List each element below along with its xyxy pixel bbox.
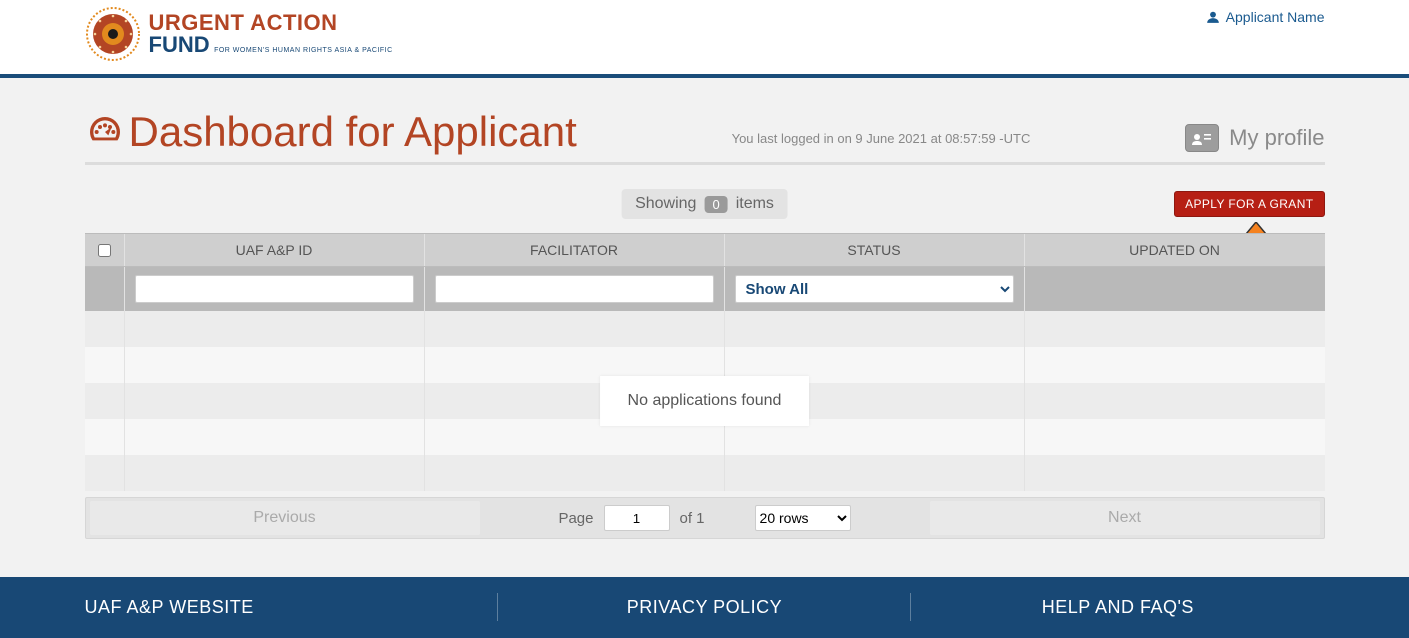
top-header: URGENT ACTION FUND FOR WOMEN'S HUMAN RIG… bbox=[0, 0, 1409, 78]
page-label: Page bbox=[558, 510, 593, 527]
filter-id-input[interactable] bbox=[135, 275, 414, 303]
footer-link-help[interactable]: HELP AND FAQ'S bbox=[911, 597, 1324, 618]
logo-text: URGENT ACTION FUND FOR WOMEN'S HUMAN RIG… bbox=[149, 12, 393, 56]
user-icon bbox=[1206, 10, 1220, 24]
filter-facilitator-input[interactable] bbox=[435, 275, 714, 303]
footer: UAF A&P WEBSITE PRIVACY POLICY HELP AND … bbox=[0, 577, 1409, 638]
my-profile-link[interactable]: My profile bbox=[1185, 124, 1324, 156]
table-filter-row: Show All bbox=[85, 267, 1325, 311]
next-button[interactable]: Next bbox=[930, 501, 1320, 535]
logo-icon bbox=[85, 6, 141, 62]
logo[interactable]: URGENT ACTION FUND FOR WOMEN'S HUMAN RIG… bbox=[85, 6, 393, 62]
select-all-cell bbox=[85, 234, 125, 266]
table-toolbar: Showing 0 items APPLY FOR A GRANT bbox=[85, 189, 1325, 229]
applicant-name-link[interactable]: Applicant Name bbox=[1206, 6, 1325, 25]
table-body: No applications found bbox=[85, 311, 1325, 491]
table-row bbox=[85, 311, 1325, 347]
column-header-status[interactable]: STATUS bbox=[725, 234, 1025, 266]
filter-status-select[interactable]: Show All bbox=[735, 275, 1014, 303]
select-all-checkbox[interactable] bbox=[98, 244, 111, 257]
page-title: Dashboard for Applicant bbox=[85, 108, 577, 156]
page-number-input[interactable] bbox=[604, 505, 670, 531]
rows-per-page-select[interactable]: 20 rows bbox=[755, 505, 851, 531]
last-login-text: You last logged in on 9 June 2021 at 08:… bbox=[577, 131, 1185, 156]
footer-link-website[interactable]: UAF A&P WEBSITE bbox=[85, 597, 498, 618]
table-header-row: UAF A&P ID FACILITATOR STATUS UPDATED ON bbox=[85, 233, 1325, 267]
apply-for-grant-button[interactable]: APPLY FOR A GRANT bbox=[1174, 191, 1324, 217]
showing-count: Showing 0 items bbox=[621, 189, 788, 219]
footer-link-privacy[interactable]: PRIVACY POLICY bbox=[498, 597, 911, 618]
main-content: Dashboard for Applicant You last logged … bbox=[65, 78, 1345, 549]
column-header-updated[interactable]: UPDATED ON bbox=[1025, 234, 1325, 266]
paginator: Previous Page of 1 20 rows Next bbox=[85, 497, 1325, 539]
empty-state-message: No applications found bbox=[600, 376, 810, 426]
page-of-label: of 1 bbox=[680, 510, 705, 527]
dashboard-icon bbox=[85, 112, 125, 152]
table-row bbox=[85, 455, 1325, 491]
id-card-icon bbox=[1185, 124, 1219, 152]
count-badge: 0 bbox=[704, 196, 727, 213]
previous-button[interactable]: Previous bbox=[90, 501, 480, 535]
column-header-facilitator[interactable]: FACILITATOR bbox=[425, 234, 725, 266]
column-header-id[interactable]: UAF A&P ID bbox=[125, 234, 425, 266]
applications-table: UAF A&P ID FACILITATOR STATUS UPDATED ON… bbox=[85, 233, 1325, 491]
